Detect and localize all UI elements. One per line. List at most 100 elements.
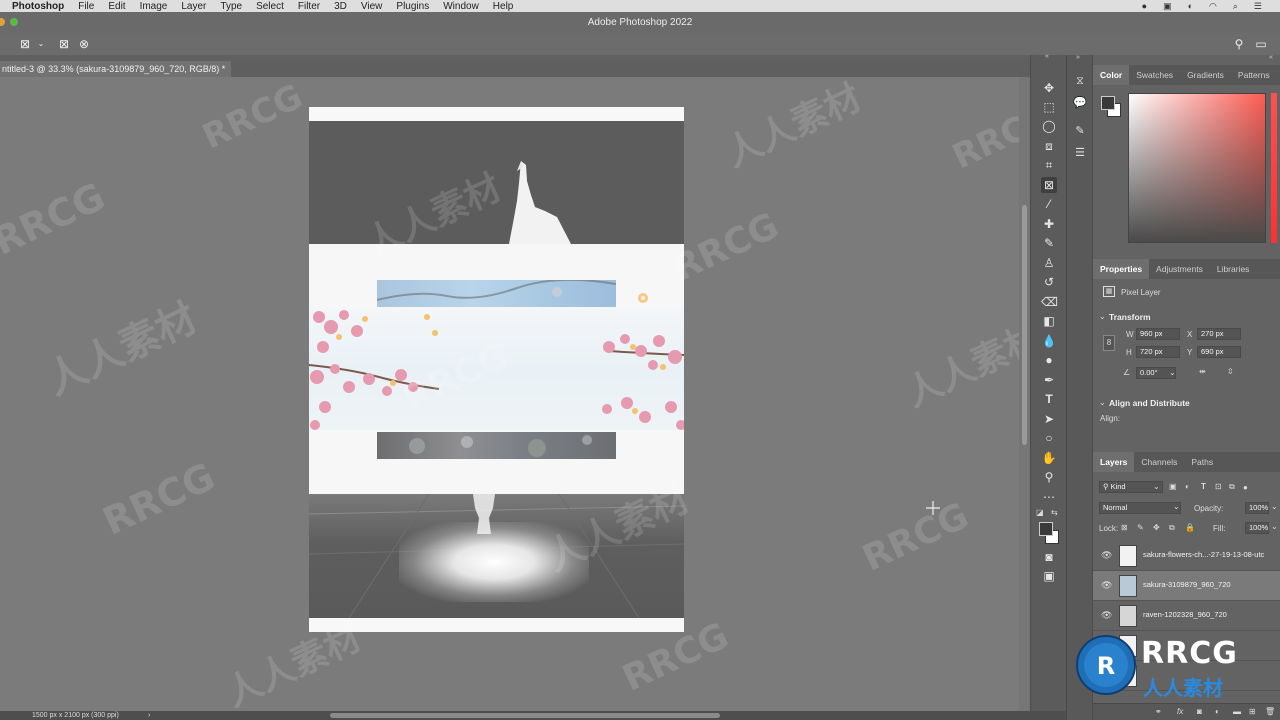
collapse-panels-icon[interactable]: « xyxy=(1269,54,1273,61)
tab-swatches[interactable]: Swatches xyxy=(1129,65,1180,85)
hand-tool-icon[interactable]: ✋ xyxy=(1041,450,1057,466)
align-distribute-heading[interactable]: Align and Distribute xyxy=(1109,398,1190,408)
tab-layers[interactable]: Layers xyxy=(1093,452,1135,472)
menu-3d[interactable]: 3D xyxy=(327,1,354,12)
default-colors-icon[interactable]: ◪ xyxy=(1036,508,1044,517)
filter-chevron-icon[interactable]: ⌄ xyxy=(1153,482,1160,491)
new-adjustment-layer-icon[interactable]: ◐ xyxy=(1215,707,1220,716)
rectangular-frame-icon[interactable]: ⊠ xyxy=(57,37,71,51)
type-tool-icon[interactable]: T xyxy=(1041,391,1057,407)
filter-shape-icon[interactable]: ⊡ xyxy=(1215,482,1222,491)
brush-settings-panel-icon[interactable]: ✎ xyxy=(1072,123,1088,139)
layer-name[interactable]: sakura-3109879_960_720 xyxy=(1143,580,1231,589)
move-tool-icon[interactable]: ✥ xyxy=(1041,80,1057,96)
tab-color[interactable]: Color xyxy=(1093,65,1130,85)
tab-patterns[interactable]: Patterns xyxy=(1231,65,1277,85)
layer-effects-icon[interactable]: fx xyxy=(1177,707,1183,716)
elliptical-frame-icon[interactable]: ⊗ xyxy=(77,37,91,51)
menu-layer[interactable]: Layer xyxy=(174,1,213,12)
color-picker-field[interactable] xyxy=(1128,93,1266,243)
y-field[interactable]: 690 px xyxy=(1197,346,1241,358)
control-center-icon[interactable]: ☰ xyxy=(1254,1,1262,12)
tab-adjustments[interactable]: Adjustments xyxy=(1149,259,1210,279)
menu-help[interactable]: Help xyxy=(486,1,521,12)
menu-select[interactable]: Select xyxy=(249,1,291,12)
lock-all-icon[interactable]: 🔒 xyxy=(1185,523,1195,532)
fill-field[interactable]: 100% xyxy=(1245,522,1269,534)
record-icon[interactable]: ● xyxy=(1142,1,1147,11)
link-proportions-icon[interactable]: 8 xyxy=(1103,335,1115,351)
document-canvas[interactable] xyxy=(309,107,684,632)
layer-row[interactable]: 👁 raven-1202328_960_720 xyxy=(1093,601,1280,631)
layer-row[interactable]: 👁 sakura-flowers-ch...-27-19-13-08-utc xyxy=(1093,541,1280,571)
tab-paths[interactable]: Paths xyxy=(1184,452,1220,472)
visibility-eye-icon[interactable]: 👁 xyxy=(1101,550,1112,561)
menu-view[interactable]: View xyxy=(354,1,390,12)
tab-gradients[interactable]: Gradients xyxy=(1180,65,1231,85)
zoom-tool-icon[interactable]: ⚲ xyxy=(1041,469,1057,485)
comments-panel-icon[interactable]: 💬 xyxy=(1072,95,1088,111)
menu-filter[interactable]: Filter xyxy=(291,1,327,12)
chevron-down-icon[interactable]: ⌄ xyxy=(1099,398,1106,407)
layer-name[interactable]: raven-1202328_960_720 xyxy=(1143,610,1227,619)
more-tools-icon[interactable]: ⋯ xyxy=(1041,489,1057,505)
object-selection-tool-icon[interactable]: ⧈ xyxy=(1041,138,1057,154)
delete-layer-icon[interactable]: 🗑 xyxy=(1265,707,1275,716)
menu-plugins[interactable]: Plugins xyxy=(389,1,436,12)
menu-image[interactable]: Image xyxy=(133,1,175,12)
workspace-icon[interactable]: ▭ xyxy=(1254,37,1268,51)
eyedropper-tool-icon[interactable]: ⁄ xyxy=(1041,196,1057,212)
menu-window[interactable]: Window xyxy=(436,1,486,12)
blend-mode-chevron-icon[interactable]: ⌄ xyxy=(1173,502,1180,511)
brush-tool-icon[interactable]: ✎ xyxy=(1041,235,1057,251)
crop-tool-icon[interactable]: ⌗ xyxy=(1041,157,1057,173)
menu-type[interactable]: Type xyxy=(213,1,249,12)
angle-dropdown-icon[interactable]: ⌄ xyxy=(1169,368,1176,377)
vertical-scroll-thumb[interactable] xyxy=(1022,205,1027,445)
lock-image-icon[interactable]: ✎ xyxy=(1137,523,1144,532)
filter-pixel-icon[interactable]: ▣ xyxy=(1169,482,1177,491)
x-field[interactable]: 270 px xyxy=(1197,328,1241,340)
document-tab[interactable]: ntitled-3 @ 33.3% (sakura-3109879_960_72… xyxy=(0,61,232,77)
document-size-status[interactable]: 1500 px x 2100 px (300 ppi) xyxy=(32,711,119,720)
healing-brush-tool-icon[interactable]: ✚ xyxy=(1041,216,1057,232)
hue-slider[interactable] xyxy=(1271,93,1277,243)
collapse-strip-icon[interactable]: » xyxy=(1076,54,1080,61)
flip-horizontal-icon[interactable]: ⇹ xyxy=(1199,367,1206,376)
filter-toggle-icon[interactable]: ● xyxy=(1243,483,1248,492)
tab-channels[interactable]: Channels xyxy=(1134,452,1184,472)
marquee-tool-icon[interactable]: ⬚ xyxy=(1041,99,1057,115)
ellipse-tool-icon[interactable]: ○ xyxy=(1041,430,1057,446)
blur-tool-icon[interactable]: 💧 xyxy=(1041,333,1057,349)
search-help-icon[interactable]: ⚲ xyxy=(1232,37,1246,51)
layer-name[interactable]: sakura-flowers-ch...-27-19-13-08-utc xyxy=(1143,550,1264,559)
path-selection-tool-icon[interactable]: ➤ xyxy=(1041,411,1057,427)
filter-adjustment-icon[interactable]: ◐ xyxy=(1185,482,1190,491)
menu-file[interactable]: File xyxy=(71,1,101,12)
lock-position-icon[interactable]: ✥ xyxy=(1153,523,1160,532)
fill-chevron-icon[interactable]: ⌄ xyxy=(1271,522,1278,531)
tool-preset-chevron-icon[interactable]: ⌄ xyxy=(34,37,48,51)
opacity-field[interactable]: 100% xyxy=(1245,502,1269,514)
lock-artboard-icon[interactable]: ⧉ xyxy=(1169,523,1175,533)
zoom-button[interactable] xyxy=(10,18,18,26)
tab-libraries[interactable]: Libraries xyxy=(1210,259,1257,279)
status-chevron-icon[interactable]: › xyxy=(148,711,150,720)
visibility-eye-icon[interactable]: 👁 xyxy=(1101,610,1112,621)
flip-vertical-icon[interactable]: ⇳ xyxy=(1227,367,1234,376)
tab-properties[interactable]: Properties xyxy=(1093,259,1150,279)
frame-tool-icon[interactable]: ⊠ xyxy=(1041,177,1057,193)
wifi-icon[interactable]: ◠ xyxy=(1209,1,1217,12)
clone-stamp-tool-icon[interactable]: ♙ xyxy=(1041,255,1057,271)
history-brush-tool-icon[interactable]: ↺ xyxy=(1041,274,1057,290)
app-status-icon[interactable]: ▣ xyxy=(1163,1,1172,12)
menu-edit[interactable]: Edit xyxy=(101,1,132,12)
width-field[interactable]: 960 px xyxy=(1136,328,1180,340)
quick-mask-icon[interactable]: ◙ xyxy=(1041,549,1057,565)
menu-photoshop[interactable]: Photoshop xyxy=(0,1,71,12)
vertical-scrollbar[interactable] xyxy=(1019,77,1030,711)
filter-smart-object-icon[interactable]: ⧉ xyxy=(1229,482,1235,492)
add-mask-icon[interactable]: ◙ xyxy=(1197,707,1202,716)
foreground-color-swatch[interactable] xyxy=(1039,522,1053,536)
swap-colors-icon[interactable]: ⇆ xyxy=(1051,508,1058,517)
